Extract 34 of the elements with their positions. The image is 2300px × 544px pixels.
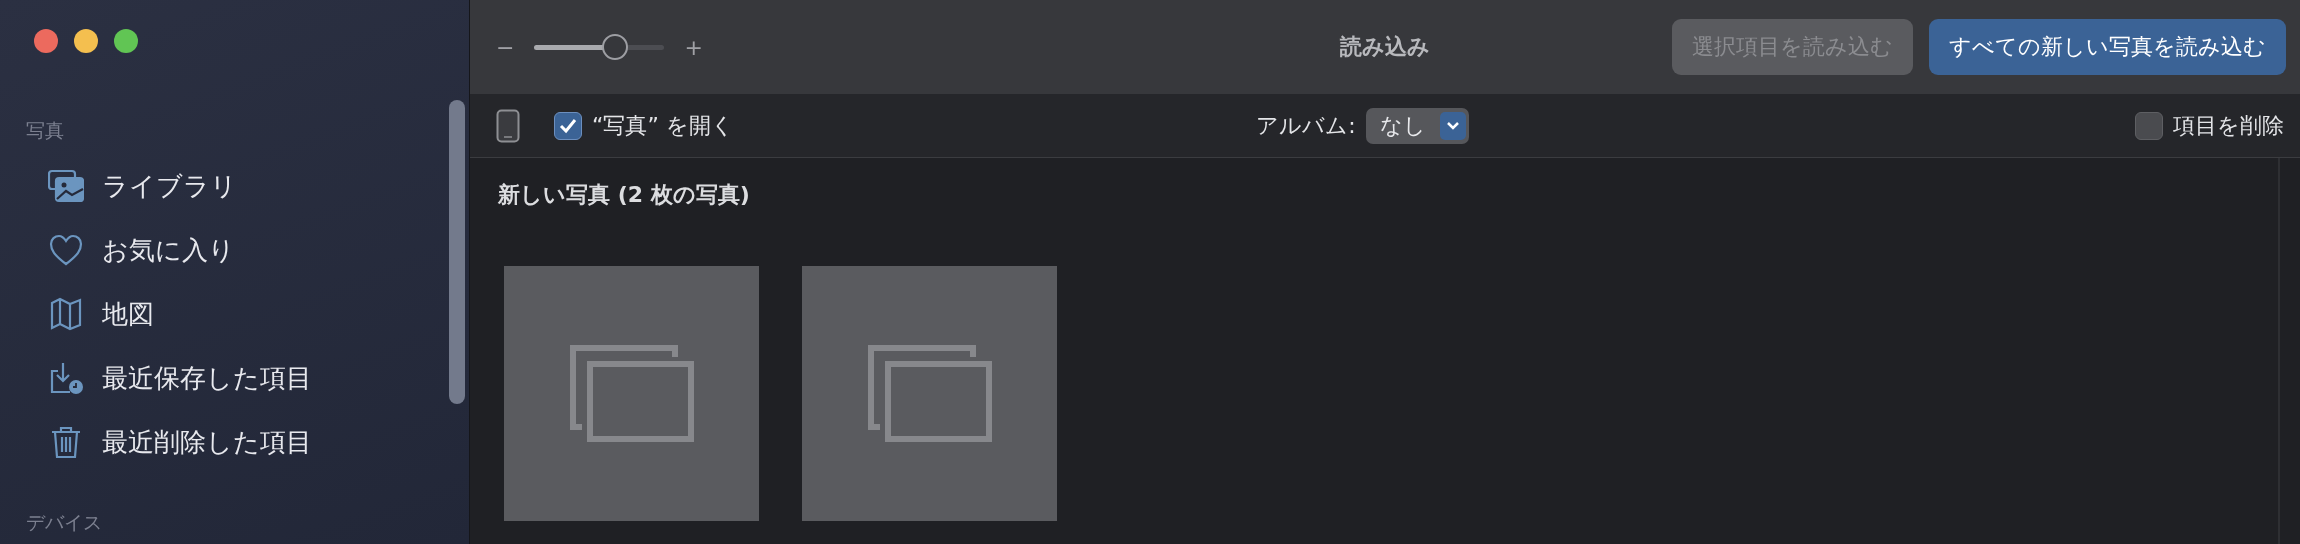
checkbox[interactable] (2135, 111, 2163, 140)
close-button[interactable] (34, 29, 58, 53)
checkbox-label[interactable]: 項目を削除 (2173, 110, 2284, 141)
section-heading: 新しい写真 (2 枚の写真) (498, 181, 751, 209)
photo-thumbnail[interactable] (504, 266, 759, 521)
photos-placeholder-icon (867, 345, 992, 442)
sidebar-item[interactable]: 最近削除した項目 (102, 424, 312, 460)
checkbox-label[interactable]: “写真” を開く (592, 110, 734, 141)
sidebar-item[interactable]: 最近保存した項目 (102, 360, 312, 396)
photos-placeholder-icon (569, 345, 694, 442)
zoom-button[interactable] (114, 29, 138, 53)
download-clock-icon (48, 361, 84, 395)
slider-thumb[interactable] (602, 33, 629, 60)
sidebar-item[interactable]: お気に入り (102, 232, 235, 268)
scrollbar-thumb[interactable] (449, 100, 465, 404)
sidebar-item[interactable]: ライブラリ (102, 168, 237, 204)
zoom-in-label: + (684, 34, 703, 60)
map-icon (48, 297, 84, 331)
zoom-out-label: − (496, 34, 515, 60)
phone-icon (496, 108, 520, 143)
section-title: 写真 (26, 118, 65, 143)
section-title: デバイス (26, 510, 103, 535)
checkmark-icon (559, 117, 577, 134)
album-popup[interactable]: なし (1365, 107, 1469, 144)
checkbox[interactable] (554, 111, 582, 140)
photo-thumbnail[interactable] (802, 266, 1057, 521)
heart-icon (48, 233, 84, 267)
minimize-button[interactable] (74, 29, 98, 53)
chevron-down-icon (1445, 120, 1460, 131)
window-title: 読み込み (1340, 33, 1430, 61)
sidebar-item[interactable]: 地図 (102, 296, 154, 332)
photo-library-icon (48, 169, 84, 203)
album-label: アルバム: (1256, 111, 1356, 140)
import-all-button[interactable]: すべての新しい写真を読み込む (1929, 19, 2286, 75)
